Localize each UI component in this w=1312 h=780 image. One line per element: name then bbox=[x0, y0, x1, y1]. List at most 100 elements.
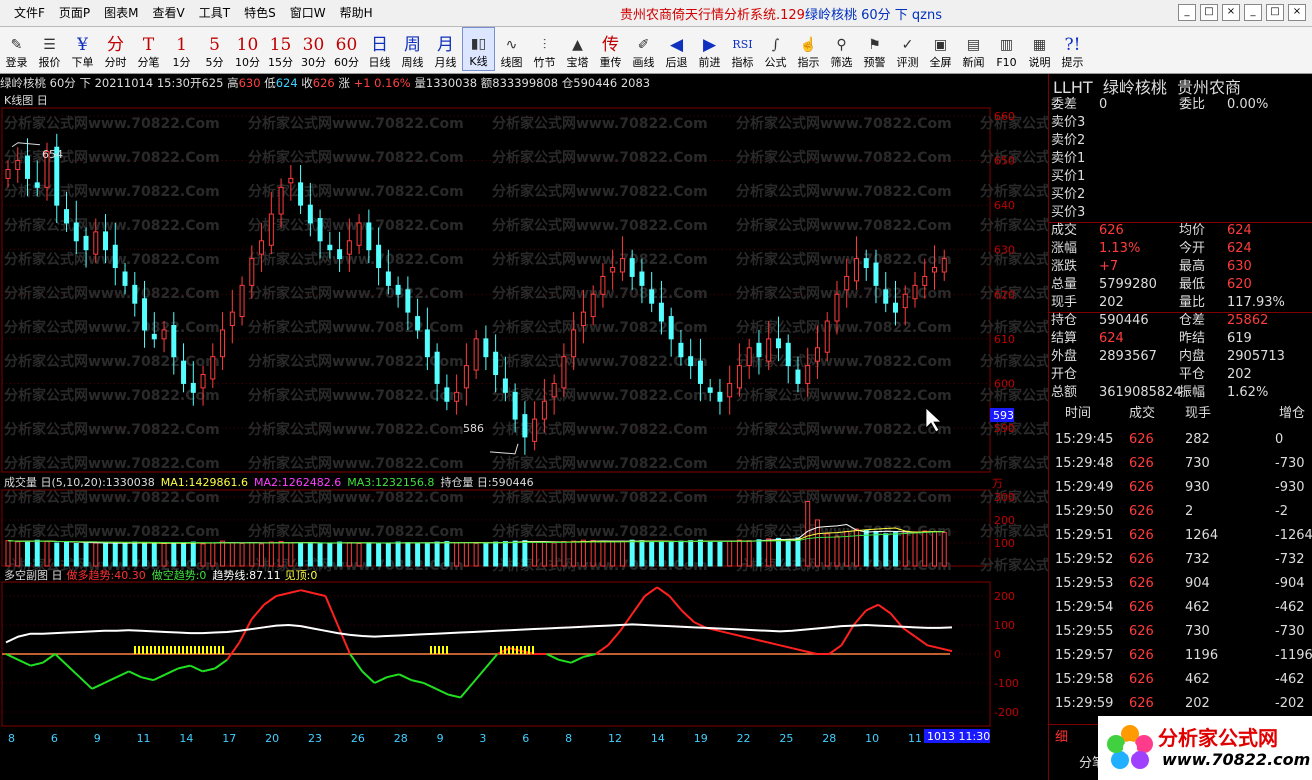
quote-cell-l: 总量 bbox=[1051, 277, 1078, 292]
toolbar-button-30[interactable]: ▥ F10 bbox=[990, 27, 1023, 71]
toolbar-button-22[interactable]: RSI 指标 bbox=[726, 27, 759, 71]
toolbar-button-14[interactable]: ▮▯ K线 bbox=[462, 27, 495, 71]
toolbar-button-8[interactable]: 15 15分 bbox=[264, 27, 297, 71]
tick-cell: 15:29:58 bbox=[1055, 672, 1114, 687]
toolbar-button-3[interactable]: 分分时 bbox=[99, 27, 132, 71]
date-tick-label: 28 bbox=[822, 732, 836, 744]
trend-segment bbox=[546, 653, 560, 661]
toolbar-button-18[interactable]: 传重传 bbox=[594, 27, 627, 71]
quote-cell-l: 买价2 bbox=[1051, 187, 1086, 202]
candle-body bbox=[298, 182, 304, 206]
toolbar-button-29[interactable]: ▤ 新闻 bbox=[957, 27, 990, 71]
menu-item-0[interactable]: 文件F bbox=[14, 4, 45, 21]
top-signal-bar bbox=[442, 646, 444, 654]
tab-detail[interactable]: 细 bbox=[1055, 726, 1068, 745]
candle-body bbox=[688, 356, 694, 367]
menu-item-5[interactable]: 特色S bbox=[244, 4, 276, 21]
toolbar-button-4[interactable]: T 分笔 bbox=[132, 27, 165, 71]
toolbar-button-23[interactable]: ∫ 公式 bbox=[759, 27, 792, 71]
trend-segment bbox=[263, 595, 277, 606]
date-tick-label: 9 bbox=[94, 732, 101, 744]
volume-bar bbox=[941, 531, 947, 567]
toolbar-label-30: F10 bbox=[996, 56, 1017, 69]
window-button-3[interactable]: _ bbox=[1244, 4, 1262, 21]
toolbar-icon-31: ▦ bbox=[1032, 37, 1047, 53]
watermark-text: 分析家公式网www.70822.Com bbox=[980, 217, 1048, 234]
toolbar-button-0[interactable]: ✎ 登录 bbox=[0, 27, 33, 71]
trend-segment bbox=[250, 604, 265, 620]
toolbar-button-1[interactable]: ☰ 报价 bbox=[33, 27, 66, 71]
volume-bar bbox=[834, 535, 840, 567]
quote-exchange: 贵州农商 bbox=[1177, 78, 1242, 97]
toolbar-button-12[interactable]: 周周线 bbox=[396, 27, 429, 71]
toolbar-button-5[interactable]: 1 1分 bbox=[165, 27, 198, 71]
price-tick-label: 660 bbox=[994, 110, 1015, 123]
window-button-1[interactable]: □ bbox=[1200, 4, 1218, 21]
candle-body bbox=[385, 271, 391, 286]
toolbar-button-6[interactable]: 5 5分 bbox=[198, 27, 231, 71]
menu-item-7[interactable]: 帮助H bbox=[340, 4, 373, 21]
toolbar-button-11[interactable]: 日日线 bbox=[363, 27, 396, 71]
quote-cell-v: 202 bbox=[1099, 295, 1124, 310]
quote-cell-v2: 630 bbox=[1227, 259, 1252, 274]
toolbar-button-16[interactable]: ⫶ 竹节 bbox=[528, 27, 561, 71]
toolbar-button-17[interactable]: ▲ 宝塔 bbox=[561, 27, 594, 71]
quote-cell-l: 委差 bbox=[1051, 97, 1078, 112]
toolbar-button-2[interactable]: ¥ 下单 bbox=[66, 27, 99, 71]
watermark-text: 分析家公式网www.70822.Com bbox=[248, 489, 464, 506]
toolbar-button-10[interactable]: 60 60分 bbox=[330, 27, 363, 71]
watermark-text: 分析家公式网www.70822.Com bbox=[492, 217, 708, 234]
candle-body bbox=[824, 320, 830, 353]
window-button-0[interactable]: _ bbox=[1178, 4, 1196, 21]
trend-segment bbox=[619, 612, 634, 632]
low-value: 624 bbox=[275, 76, 298, 90]
volume-bar bbox=[190, 541, 196, 567]
toolbar-button-25[interactable]: ⚲ 筛选 bbox=[825, 27, 858, 71]
menu-item-1[interactable]: 页面P bbox=[59, 4, 90, 21]
quote-cell-v2: 0.00% bbox=[1227, 97, 1269, 112]
toolbar-button-20[interactable]: ◀ 后退 bbox=[660, 27, 693, 71]
trend-segment bbox=[42, 653, 56, 664]
candle-body bbox=[844, 275, 850, 291]
toolbar-label-18: 重传 bbox=[599, 56, 622, 69]
tick-cell: 15:29:49 bbox=[1055, 480, 1114, 495]
volume-bar bbox=[512, 540, 518, 567]
volume-bar bbox=[775, 537, 781, 567]
toolbar-icon-5: 1 bbox=[176, 35, 187, 55]
tick-cell: -1264 bbox=[1275, 528, 1312, 543]
toolbar-button-13[interactable]: 月月线 bbox=[429, 27, 462, 71]
toolbar-button-26[interactable]: ⚑ 预警 bbox=[858, 27, 891, 71]
date-tick-label: 6 bbox=[51, 732, 58, 744]
toolbar-button-19[interactable]: ✐ 画线 bbox=[627, 27, 660, 71]
volume-bar bbox=[278, 541, 284, 567]
menu-item-3[interactable]: 查看V bbox=[153, 4, 185, 21]
window-button-4[interactable]: □ bbox=[1266, 4, 1284, 21]
toolbar-button-9[interactable]: 30 30分 bbox=[297, 27, 330, 71]
menu-item-6[interactable]: 窗口W bbox=[290, 4, 326, 21]
menu-item-2[interactable]: 图表M bbox=[104, 4, 138, 21]
menu-item-4[interactable]: 工具T bbox=[199, 4, 230, 21]
toolbar-button-24[interactable]: ☝ 指示 bbox=[792, 27, 825, 71]
quote-cell-v: +7 bbox=[1099, 259, 1119, 274]
candle-body bbox=[561, 356, 567, 389]
volume-bar bbox=[463, 542, 469, 567]
kline-chart[interactable]: 分析家公式网www.70822.Com 分析家公式网www.70822.Com 分析… bbox=[0, 92, 1048, 744]
low-mark: 586 bbox=[463, 422, 484, 435]
trend-segment bbox=[877, 603, 892, 615]
window-button-2[interactable]: × bbox=[1222, 4, 1240, 21]
candle-body bbox=[395, 284, 401, 295]
volume-label: 量 bbox=[414, 76, 426, 90]
toolbar-button-7[interactable]: 10 10分 bbox=[231, 27, 264, 71]
toolbar-button-28[interactable]: ▣ 全屏 bbox=[924, 27, 957, 71]
volume-bar bbox=[873, 530, 879, 567]
candle-body bbox=[853, 258, 859, 282]
toolbar-button-31[interactable]: ▦ 说明 bbox=[1023, 27, 1056, 71]
window-button-5[interactable]: × bbox=[1288, 4, 1306, 21]
toolbar-button-15[interactable]: ∿ 线图 bbox=[495, 27, 528, 71]
toolbar-button-27[interactable]: ✓ 评测 bbox=[891, 27, 924, 71]
toolbar-button-21[interactable]: ▶ 前进 bbox=[693, 27, 726, 71]
candle-body bbox=[493, 351, 499, 376]
toolbar-icon-2: ¥ bbox=[77, 35, 88, 55]
volume-bar bbox=[64, 541, 70, 567]
toolbar-button-32[interactable]: ?! 提示 bbox=[1056, 27, 1089, 71]
